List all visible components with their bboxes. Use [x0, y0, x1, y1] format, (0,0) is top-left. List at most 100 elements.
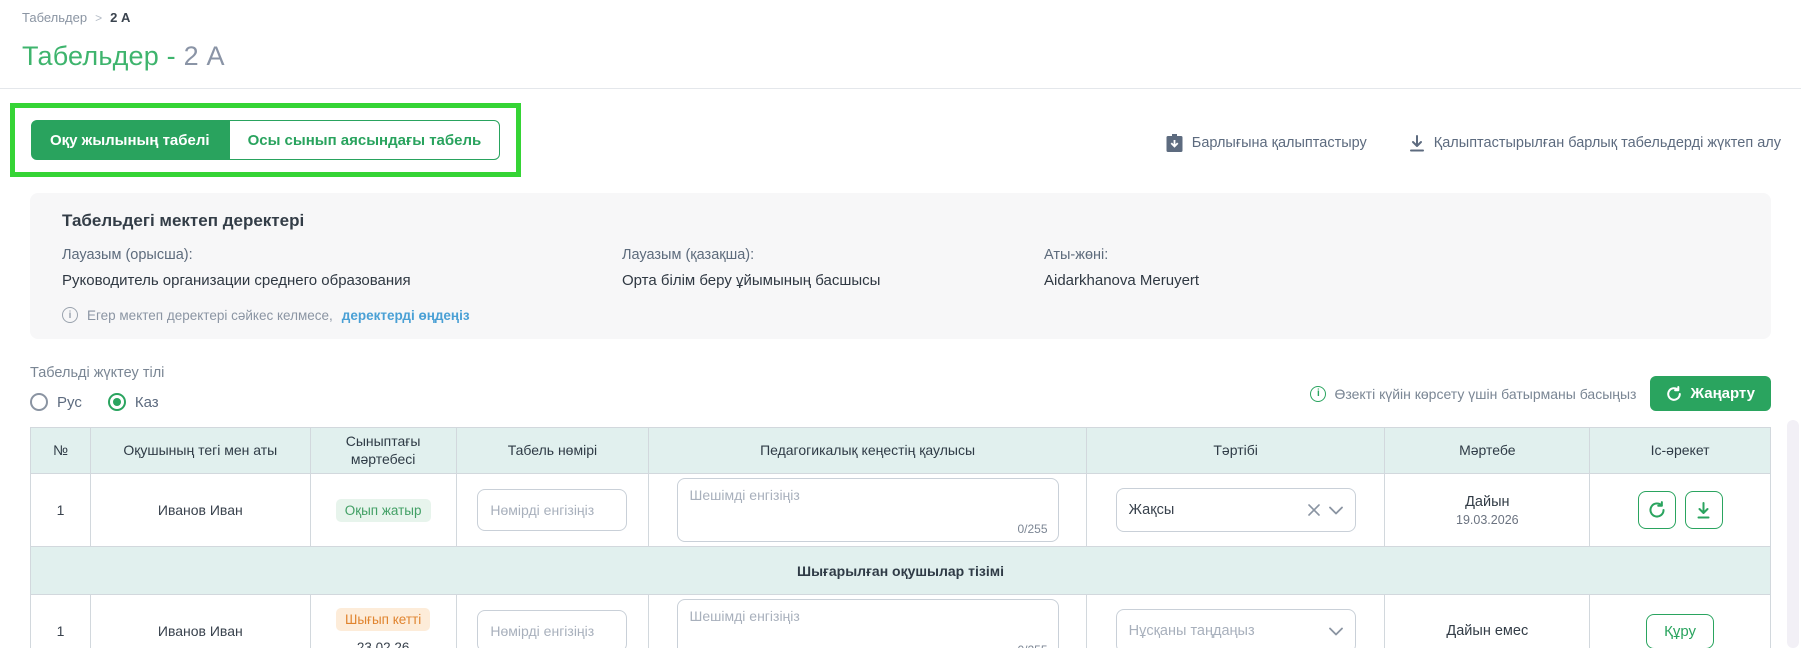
page-title-prefix: Табельдер -: [22, 41, 184, 71]
table-row: 1 Иванов Иван Шығып кетті 23.02.26 Шешім…: [31, 595, 1770, 648]
decision-textarea[interactable]: Шешімді енгізіңіз 0/255: [677, 478, 1059, 542]
radio-rus[interactable]: Рус: [30, 393, 82, 411]
table-header-row: № Оқушының тегі мен аты Сыныптағы мәртеб…: [31, 428, 1770, 474]
status-text: Дайын: [1465, 494, 1509, 510]
col-header-actions: Іс-әрекет: [1590, 428, 1770, 473]
radio-kaz[interactable]: Каз: [108, 393, 159, 411]
refresh-area: Өзекті күйін көрсету үшін батырманы басы…: [1310, 376, 1771, 411]
decision-textarea[interactable]: Шешімді енгізіңіз 0/255: [677, 599, 1059, 648]
breadcrumb: Табельдер > 2 А: [0, 0, 1801, 25]
char-counter: 0/255: [1018, 643, 1048, 648]
radio-unchecked-icon: [30, 393, 48, 411]
decision-placeholder: Шешімді енгізіңіз: [690, 608, 800, 624]
field-position-ru: Лауазым (орысша): Руководитель организац…: [62, 247, 622, 289]
field-value: Руководитель организации среднего образо…: [62, 272, 622, 289]
page-title-class: 2 А: [184, 41, 225, 71]
status-cell: Дайын емес: [1385, 595, 1590, 648]
col-header-student: Оқушының тегі мен аты: [91, 428, 311, 473]
col-header-status: Мәртебе: [1385, 428, 1590, 473]
clipboard-generate-icon: [1166, 134, 1183, 152]
expelled-section-row: Шығарылған оқушылар тізімі: [31, 547, 1770, 595]
char-counter: 0/255: [1018, 522, 1048, 536]
class-status-cell: Шығып кетті 23.02.26: [311, 595, 457, 648]
report-number-cell: [457, 474, 650, 546]
create-report-button[interactable]: Құру: [1646, 614, 1714, 648]
report-number-cell: [457, 595, 650, 648]
row-number: 1: [31, 595, 91, 648]
actions-cell: Құру: [1590, 595, 1770, 648]
panel-info-row: Егер мектеп деректері сәйкес келмесе, де…: [62, 307, 1739, 323]
language-radio-group: Рус Каз: [30, 393, 164, 411]
report-number-input[interactable]: [477, 489, 627, 531]
download-report-button[interactable]: [1685, 491, 1723, 529]
col-header-num: №: [31, 428, 91, 473]
field-position-kz: Лауазым (қазақша): Орта білім беру ұйымы…: [622, 247, 1042, 289]
decision-placeholder: Шешімді енгізіңіз: [690, 487, 800, 503]
row-number: 1: [31, 474, 91, 546]
status-badge: Шығып кетті: [336, 608, 430, 631]
edit-data-link[interactable]: деректерді өңдеңіз: [342, 308, 470, 323]
refresh-icon: [1666, 386, 1682, 402]
field-full-name: Аты-жөні: Aidarkhanova Meruyert: [1042, 247, 1309, 289]
panel-title: Табельдегі мектеп деректері: [62, 211, 1739, 231]
status-date: 19.03.2026: [1456, 513, 1519, 527]
col-header-class-status: Сыныптағы мәртебесі: [311, 428, 457, 473]
download-all-label: Қалыптастырылған барлық табельдерді жүкт…: [1434, 135, 1781, 151]
col-header-number: Табель нөмірі: [457, 428, 650, 473]
toolbar: Оқу жылының табелі Осы сынып аясындағы т…: [0, 89, 1801, 177]
report-number-input[interactable]: [477, 610, 627, 648]
actions-cell: [1590, 474, 1770, 546]
regenerate-button[interactable]: [1638, 491, 1676, 529]
info-icon-green: [1310, 386, 1326, 402]
page-title: Табельдер - 2 А: [22, 41, 1801, 72]
panel-fields: Лауазым (орысша): Руководитель организац…: [62, 247, 1739, 289]
badge-date: 23.02.26: [357, 640, 410, 648]
info-text: Егер мектеп деректері сәйкес келмесе,: [87, 308, 333, 323]
status-cell: Дайын 19.03.2026: [1385, 474, 1590, 546]
language-label: Табельді жүктеу тілі: [30, 365, 164, 381]
behavior-cell: Нұсқаны таңдаңыз: [1087, 595, 1386, 648]
refresh-hint-text: Өзекті күйін көрсету үшін батырманы басы…: [1334, 386, 1636, 402]
scrollbar-track[interactable]: [1787, 420, 1799, 648]
download-icon: [1695, 502, 1712, 519]
breadcrumb-current: 2 А: [110, 10, 130, 25]
download-all-button[interactable]: Қалыптастырылған барлық табельдерді жүкт…: [1409, 135, 1781, 152]
radio-checked-icon: [108, 393, 126, 411]
chevron-down-icon: [1329, 627, 1343, 636]
field-value: Aidarkhanova Meruyert: [1044, 272, 1309, 289]
tab-class-report[interactable]: Осы сынып аясындағы табель: [229, 120, 501, 160]
field-label: Аты-жөні:: [1044, 247, 1309, 263]
school-data-panel: Табельдегі мектеп деректері Лауазым (оры…: [30, 193, 1771, 339]
behavior-cell: Жақсы: [1087, 474, 1386, 546]
generate-all-button[interactable]: Барлығына қалыптастыру: [1166, 134, 1367, 152]
refresh-icon: [1648, 501, 1666, 519]
field-value: Орта білім беру ұйымының басшысы: [622, 272, 1042, 289]
clear-icon[interactable]: [1307, 503, 1321, 517]
col-header-behavior: Тәртібі: [1087, 428, 1386, 473]
table-row: 1 Иванов Иван Оқып жатыр Шешімді енгізің…: [31, 474, 1770, 547]
student-name: Иванов Иван: [91, 474, 311, 546]
behavior-select[interactable]: Жақсы: [1116, 488, 1356, 532]
refresh-hint: Өзекті күйін көрсету үшін батырманы басы…: [1310, 386, 1636, 402]
student-name: Иванов Иван: [91, 595, 311, 648]
field-label: Лауазым (қазақша):: [622, 247, 1042, 263]
download-icon: [1409, 135, 1425, 152]
language-section: Табельді жүктеу тілі Рус Каз: [30, 365, 164, 411]
behavior-value: Жақсы: [1129, 502, 1299, 518]
breadcrumb-root[interactable]: Табельдер: [22, 10, 87, 25]
annotation-highlight-box: Оқу жылының табелі Осы сынып аясындағы т…: [10, 103, 521, 177]
info-icon: [62, 307, 78, 323]
behavior-select[interactable]: Нұсқаны таңдаңыз: [1116, 609, 1356, 648]
status-text: Дайын емес: [1446, 623, 1528, 639]
class-status-cell: Оқып жатыр: [311, 474, 457, 546]
row-actions: [1638, 491, 1723, 529]
refresh-button[interactable]: Жаңарту: [1650, 376, 1771, 411]
radio-rus-label: Рус: [57, 394, 82, 411]
radio-kaz-label: Каз: [135, 394, 159, 411]
tab-year-report[interactable]: Оқу жылының табелі: [31, 120, 229, 160]
refresh-button-label: Жаңарту: [1690, 385, 1755, 402]
decision-cell: Шешімді енгізіңіз 0/255: [649, 474, 1086, 546]
col-header-decision: Педагогикалық кеңестің қаулысы: [649, 428, 1086, 473]
decision-cell: Шешімді енгізіңіз 0/255: [649, 595, 1086, 648]
behavior-placeholder: Нұсқаны таңдаңыз: [1129, 623, 1321, 639]
